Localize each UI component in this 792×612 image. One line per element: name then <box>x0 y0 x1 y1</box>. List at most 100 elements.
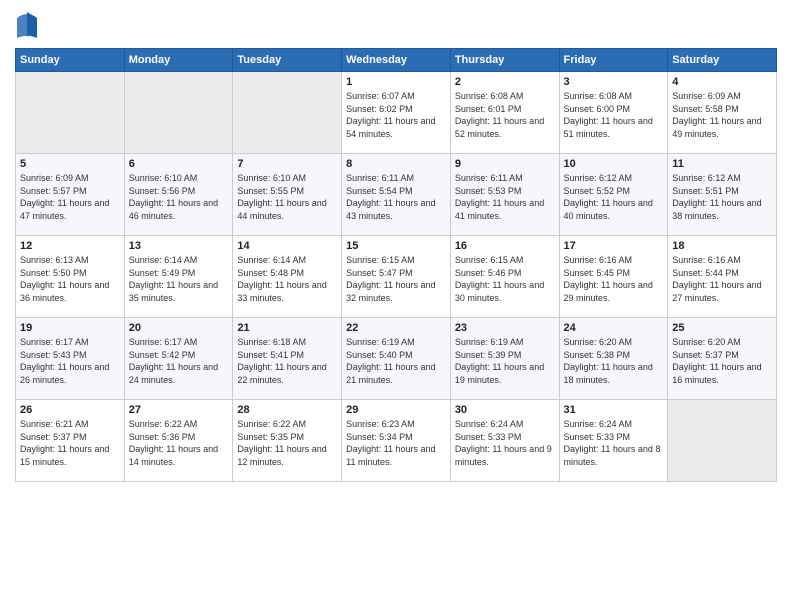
day-cell: 20 Sunrise: 6:17 AMSunset: 5:42 PMDayligh… <box>124 318 233 400</box>
day-cell: 22 Sunrise: 6:19 AMSunset: 5:40 PMDayligh… <box>342 318 451 400</box>
weekday-tuesday: Tuesday <box>233 49 342 72</box>
day-cell: 28 Sunrise: 6:22 AMSunset: 5:35 PMDayligh… <box>233 400 342 482</box>
day-cell: 4 Sunrise: 6:09 AMSunset: 5:58 PMDaylight… <box>668 72 777 154</box>
day-number: 25 <box>672 322 772 334</box>
cell-content: Sunrise: 6:15 AMSunset: 5:46 PMDaylight:… <box>455 254 555 304</box>
day-number: 11 <box>672 158 772 170</box>
calendar-body: 1 Sunrise: 6:07 AMSunset: 6:02 PMDaylight… <box>16 72 777 482</box>
day-cell: 11 Sunrise: 6:12 AMSunset: 5:51 PMDayligh… <box>668 154 777 236</box>
cell-content: Sunrise: 6:08 AMSunset: 6:00 PMDaylight:… <box>564 90 664 140</box>
cell-content: Sunrise: 6:15 AMSunset: 5:47 PMDaylight:… <box>346 254 446 304</box>
cell-content: Sunrise: 6:24 AMSunset: 5:33 PMDaylight:… <box>564 418 664 468</box>
day-cell: 6 Sunrise: 6:10 AMSunset: 5:56 PMDaylight… <box>124 154 233 236</box>
day-number: 3 <box>564 76 664 88</box>
week-row-4: 19Sunrise: 6:17 AMSunset: 5:43 PMDayligh… <box>16 318 777 400</box>
day-number: 1 <box>346 76 446 88</box>
cell-content: Sunrise: 6:12 AMSunset: 5:51 PMDaylight:… <box>672 172 772 222</box>
day-cell <box>124 72 233 154</box>
cell-content: Sunrise: 6:07 AMSunset: 6:02 PMDaylight:… <box>346 90 446 140</box>
day-number: 2 <box>455 76 555 88</box>
day-cell: 21 Sunrise: 6:18 AMSunset: 5:41 PMDayligh… <box>233 318 342 400</box>
cell-content: Sunrise: 6:16 AMSunset: 5:45 PMDaylight:… <box>564 254 664 304</box>
day-number: 13 <box>129 240 229 252</box>
day-number: 9 <box>455 158 555 170</box>
cell-content: Sunrise: 6:17 AMSunset: 5:43 PMDaylight:… <box>20 336 120 386</box>
day-number: 4 <box>672 76 772 88</box>
weekday-saturday: Saturday <box>668 49 777 72</box>
cell-content: Sunrise: 6:19 AMSunset: 5:40 PMDaylight:… <box>346 336 446 386</box>
day-cell: 2 Sunrise: 6:08 AMSunset: 6:01 PMDaylight… <box>450 72 559 154</box>
day-cell: 8 Sunrise: 6:11 AMSunset: 5:54 PMDaylight… <box>342 154 451 236</box>
cell-content: Sunrise: 6:22 AMSunset: 5:36 PMDaylight:… <box>129 418 229 468</box>
cell-content: Sunrise: 6:20 AMSunset: 5:37 PMDaylight:… <box>672 336 772 386</box>
cell-content: Sunrise: 6:09 AMSunset: 5:58 PMDaylight:… <box>672 90 772 140</box>
cell-content: Sunrise: 6:14 AMSunset: 5:49 PMDaylight:… <box>129 254 229 304</box>
cell-content: Sunrise: 6:19 AMSunset: 5:39 PMDaylight:… <box>455 336 555 386</box>
logo <box>15 10 43 40</box>
day-number: 17 <box>564 240 664 252</box>
day-number: 20 <box>129 322 229 334</box>
week-row-2: 5Sunrise: 6:09 AMSunset: 5:57 PMDaylight… <box>16 154 777 236</box>
day-number: 30 <box>455 404 555 416</box>
cell-content: Sunrise: 6:10 AMSunset: 5:56 PMDaylight:… <box>129 172 229 222</box>
day-cell: 24 Sunrise: 6:20 AMSunset: 5:38 PMDayligh… <box>559 318 668 400</box>
day-cell: 26 Sunrise: 6:21 AMSunset: 5:37 PMDayligh… <box>16 400 125 482</box>
header <box>15 10 777 40</box>
cell-content: Sunrise: 6:12 AMSunset: 5:52 PMDaylight:… <box>564 172 664 222</box>
day-number: 28 <box>237 404 337 416</box>
day-cell: 9 Sunrise: 6:11 AMSunset: 5:53 PMDaylight… <box>450 154 559 236</box>
day-number: 6 <box>129 158 229 170</box>
weekday-wednesday: Wednesday <box>342 49 451 72</box>
cell-content: Sunrise: 6:20 AMSunset: 5:38 PMDaylight:… <box>564 336 664 386</box>
cell-content: Sunrise: 6:22 AMSunset: 5:35 PMDaylight:… <box>237 418 337 468</box>
cell-content: Sunrise: 6:08 AMSunset: 6:01 PMDaylight:… <box>455 90 555 140</box>
day-cell: 16 Sunrise: 6:15 AMSunset: 5:46 PMDayligh… <box>450 236 559 318</box>
weekday-sunday: Sunday <box>16 49 125 72</box>
cell-content: Sunrise: 6:21 AMSunset: 5:37 PMDaylight:… <box>20 418 120 468</box>
cell-content: Sunrise: 6:16 AMSunset: 5:44 PMDaylight:… <box>672 254 772 304</box>
day-cell: 13 Sunrise: 6:14 AMSunset: 5:49 PMDayligh… <box>124 236 233 318</box>
day-cell: 17 Sunrise: 6:16 AMSunset: 5:45 PMDayligh… <box>559 236 668 318</box>
day-cell: 27Sunrise: 6:22 AMSunset: 5:36 PMDayligh… <box>124 400 233 482</box>
day-number: 16 <box>455 240 555 252</box>
page: SundayMondayTuesdayWednesdayThursdayFrid… <box>0 0 792 612</box>
day-number: 12 <box>20 240 120 252</box>
day-cell: 5Sunrise: 6:09 AMSunset: 5:57 PMDaylight… <box>16 154 125 236</box>
weekday-row: SundayMondayTuesdayWednesdayThursdayFrid… <box>16 49 777 72</box>
day-cell: 31 Sunrise: 6:24 AMSunset: 5:33 PMDayligh… <box>559 400 668 482</box>
cell-content: Sunrise: 6:11 AMSunset: 5:53 PMDaylight:… <box>455 172 555 222</box>
day-number: 7 <box>237 158 337 170</box>
day-number: 15 <box>346 240 446 252</box>
cell-content: Sunrise: 6:11 AMSunset: 5:54 PMDaylight:… <box>346 172 446 222</box>
calendar-header: SundayMondayTuesdayWednesdayThursdayFrid… <box>16 49 777 72</box>
cell-content: Sunrise: 6:18 AMSunset: 5:41 PMDaylight:… <box>237 336 337 386</box>
day-cell: 10 Sunrise: 6:12 AMSunset: 5:52 PMDayligh… <box>559 154 668 236</box>
day-cell: 25 Sunrise: 6:20 AMSunset: 5:37 PMDayligh… <box>668 318 777 400</box>
calendar: SundayMondayTuesdayWednesdayThursdayFrid… <box>15 48 777 482</box>
day-cell <box>668 400 777 482</box>
day-number: 8 <box>346 158 446 170</box>
day-number: 23 <box>455 322 555 334</box>
weekday-friday: Friday <box>559 49 668 72</box>
logo-icon <box>15 10 39 40</box>
day-number: 31 <box>564 404 664 416</box>
day-cell: 14Sunrise: 6:14 AMSunset: 5:48 PMDayligh… <box>233 236 342 318</box>
day-cell: 30 Sunrise: 6:24 AMSunset: 5:33 PMDayligh… <box>450 400 559 482</box>
day-number: 14 <box>237 240 337 252</box>
day-cell: 3 Sunrise: 6:08 AMSunset: 6:00 PMDaylight… <box>559 72 668 154</box>
cell-content: Sunrise: 6:23 AMSunset: 5:34 PMDaylight:… <box>346 418 446 468</box>
day-number: 10 <box>564 158 664 170</box>
day-number: 22 <box>346 322 446 334</box>
weekday-monday: Monday <box>124 49 233 72</box>
day-number: 24 <box>564 322 664 334</box>
cell-content: Sunrise: 6:17 AMSunset: 5:42 PMDaylight:… <box>129 336 229 386</box>
day-number: 26 <box>20 404 120 416</box>
cell-content: Sunrise: 6:09 AMSunset: 5:57 PMDaylight:… <box>20 172 120 222</box>
cell-content: Sunrise: 6:24 AMSunset: 5:33 PMDaylight:… <box>455 418 555 468</box>
cell-content: Sunrise: 6:10 AMSunset: 5:55 PMDaylight:… <box>237 172 337 222</box>
day-cell <box>233 72 342 154</box>
day-cell: 15 Sunrise: 6:15 AMSunset: 5:47 PMDayligh… <box>342 236 451 318</box>
day-number: 21 <box>237 322 337 334</box>
day-cell: 29Sunrise: 6:23 AMSunset: 5:34 PMDayligh… <box>342 400 451 482</box>
day-number: 18 <box>672 240 772 252</box>
